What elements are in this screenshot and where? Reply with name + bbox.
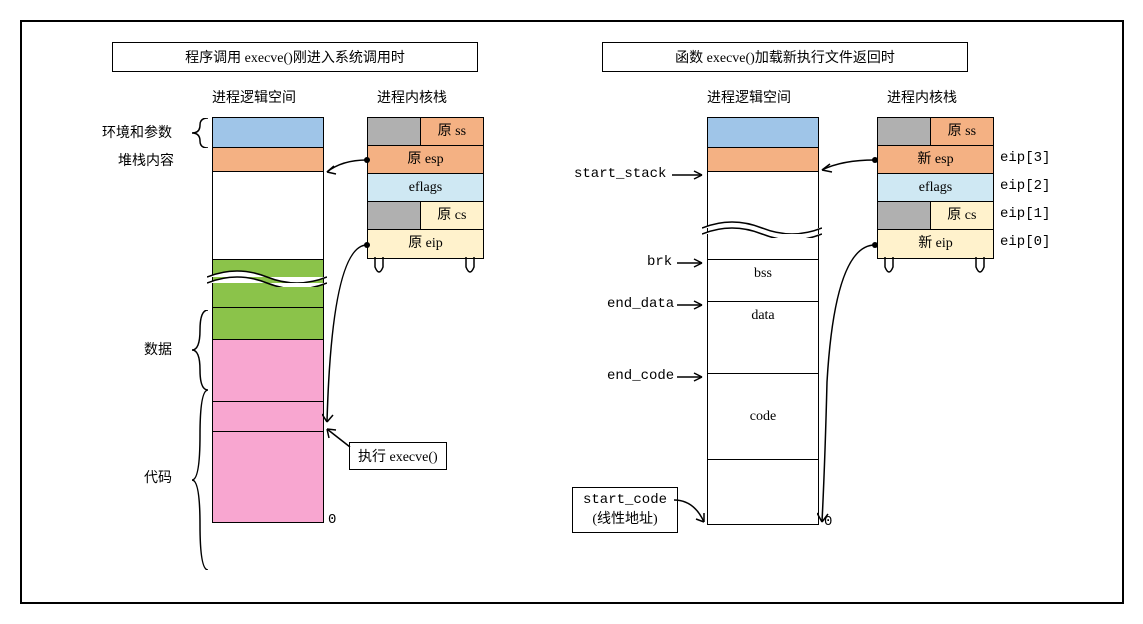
eflags-cell-left: eflags xyxy=(368,174,483,202)
cs-cell-left: 原 cs xyxy=(368,202,483,230)
arrow-brk xyxy=(677,258,707,270)
ss-cell-right: 原 ss xyxy=(878,118,993,146)
right-kernel-stack: 原 ss 新 esp eflags 原 cs 新 eip xyxy=(877,117,994,259)
execve-callout: 执行 execve() xyxy=(349,442,447,470)
code-label: 代码 xyxy=(144,467,172,487)
r-bottom-cell xyxy=(708,460,818,524)
arrow-esp-right xyxy=(817,157,882,177)
r-bss-cell: bss xyxy=(708,260,818,302)
data-cell-2 xyxy=(213,308,323,340)
eip-cell-left: 原 eip xyxy=(368,230,483,258)
esp-cell-left: 原 esp xyxy=(368,146,483,174)
left-panel: 程序调用 execve()刚进入系统调用时 进程逻辑空间 进程内核栈 环境和参数… xyxy=(82,42,552,72)
arrow-esp-left xyxy=(322,157,372,187)
brace-env xyxy=(190,118,210,148)
arrow-end-data xyxy=(677,300,707,312)
r-gap1 xyxy=(708,172,818,218)
diagram-container: 程序调用 execve()刚进入系统调用时 进程逻辑空间 进程内核栈 环境和参数… xyxy=(20,20,1124,604)
left-proc-stack xyxy=(212,117,324,523)
start-stack-label: start_stack xyxy=(574,166,666,182)
esp-cell-right: 新 esp xyxy=(878,146,993,174)
r-stack-cell xyxy=(708,148,818,172)
arrow-execve-callout xyxy=(322,427,352,452)
data-label: 数据 xyxy=(144,339,172,359)
arrow-eip-right xyxy=(817,242,887,527)
arrow-eip-left xyxy=(322,242,382,427)
left-title: 程序调用 execve()刚进入系统调用时 xyxy=(112,42,478,72)
eip0-label: eip[0] xyxy=(1000,234,1050,250)
code-cell-3 xyxy=(213,432,323,522)
left-kernel-header: 进程内核栈 xyxy=(377,87,447,107)
stack-content-label: 堆栈内容 xyxy=(118,150,174,170)
eip1-label: eip[1] xyxy=(1000,206,1050,222)
code-cell-2 xyxy=(213,402,323,432)
ss-cell-left: 原 ss xyxy=(368,118,483,146)
arrow-start-stack xyxy=(672,170,707,182)
right-panel: 函数 execve()加载新执行文件返回时 进程逻辑空间 进程内核栈 bss d… xyxy=(552,42,1112,72)
right-proc-header: 进程逻辑空间 xyxy=(707,87,791,107)
eip-cell-right: 新 eip xyxy=(878,230,993,258)
gap-cell-2 xyxy=(213,222,323,260)
end-data-label: end_data xyxy=(607,296,674,312)
gap-cell-1 xyxy=(213,172,323,222)
env-args-label: 环境和参数 xyxy=(102,122,172,142)
right-kernel-header: 进程内核栈 xyxy=(887,87,957,107)
zero-label-left: 0 xyxy=(328,512,336,528)
start-code-callout: start_code (线性地址) xyxy=(572,487,678,533)
left-proc-header: 进程逻辑空间 xyxy=(212,87,296,107)
zigzag-left-proc xyxy=(207,267,327,287)
brace-code xyxy=(190,390,210,570)
arrow-start-code xyxy=(674,497,709,527)
r-env-cell xyxy=(708,118,818,148)
r-data-cell: data xyxy=(708,302,818,374)
eflags-cell-right: eflags xyxy=(878,174,993,202)
env-args-cell xyxy=(213,118,323,148)
arrow-end-code xyxy=(677,372,707,384)
zigzag-kernel-left xyxy=(367,257,482,282)
eip3-label: eip[3] xyxy=(1000,150,1050,166)
right-proc-stack: bss data code xyxy=(707,117,819,525)
cs-cell-right: 原 cs xyxy=(878,202,993,230)
brace-data xyxy=(190,310,210,390)
brk-label: brk xyxy=(647,254,672,270)
zigzag-kernel-right xyxy=(877,257,992,282)
r-code-cell: code xyxy=(708,374,818,460)
end-code-label: end_code xyxy=(607,368,674,384)
stack-content-cell xyxy=(213,148,323,172)
right-title: 函数 execve()加载新执行文件返回时 xyxy=(602,42,968,72)
zigzag-right-proc xyxy=(702,218,822,238)
code-cell-1 xyxy=(213,340,323,402)
eip2-label: eip[2] xyxy=(1000,178,1050,194)
left-kernel-stack: 原 ss 原 esp eflags 原 cs 原 eip xyxy=(367,117,484,259)
